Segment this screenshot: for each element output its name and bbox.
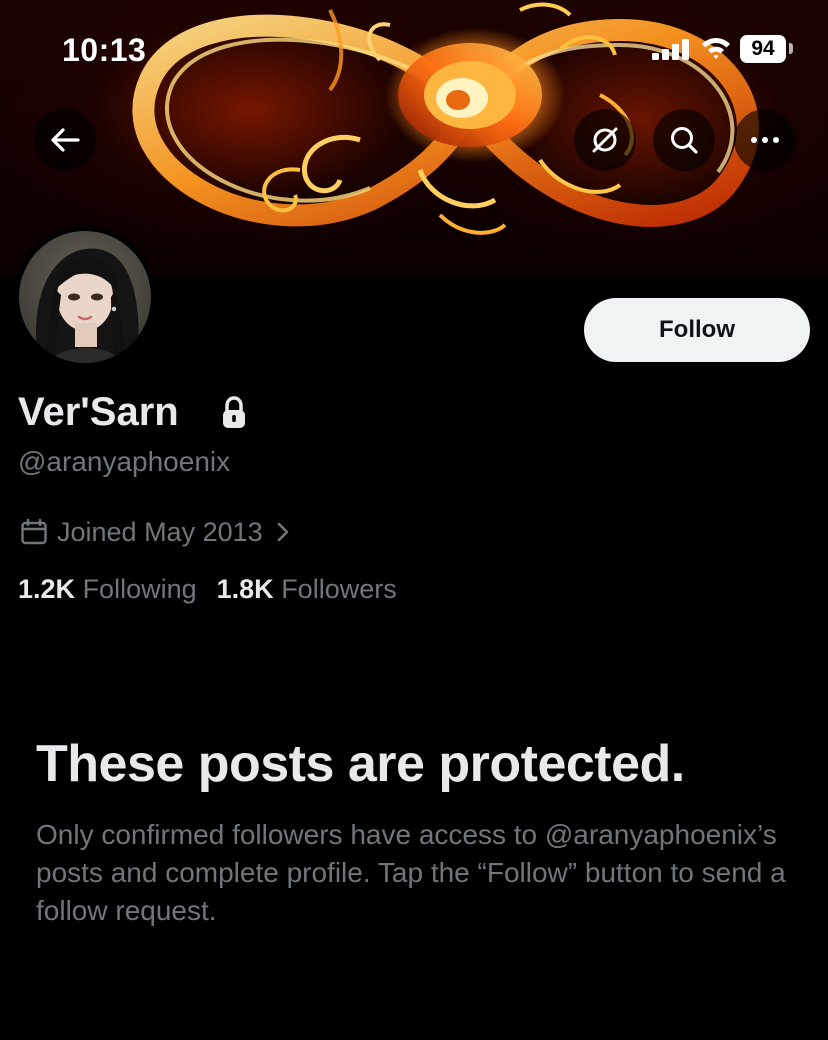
wifi-icon [702,38,730,59]
cellular-signal-icon [652,38,692,60]
protected-posts-message: Only confirmed followers have access to … [36,819,786,926]
battery-tip [789,43,793,54]
search-button[interactable] [653,109,715,171]
more-dots-icon [751,137,779,143]
followers-label: Followers [281,574,397,604]
slashed-circle-icon [592,127,618,153]
arrow-left-icon [51,128,80,152]
following-count: 1.2K [18,574,76,604]
more-options-button[interactable] [734,109,796,171]
follow-button[interactable]: Follow [584,298,810,362]
display-name: Ver'Sarn [18,390,179,434]
search-icon [671,127,698,154]
following-stat[interactable]: 1.2K Following [18,574,197,605]
followers-stat[interactable]: 1.8K Followers [217,574,397,605]
joined-date-row[interactable]: Joined May 2013 [20,515,291,549]
following-label: Following [82,574,197,604]
notifications-button[interactable] [574,109,636,171]
joined-date: Joined May 2013 [57,516,263,547]
avatar[interactable] [14,226,156,368]
back-button[interactable] [34,109,96,171]
status-time: 10:13 [62,32,147,68]
profile-handle: @aranyaphoenix [18,446,231,477]
avatar-image [19,231,151,363]
lock-icon [223,396,245,428]
calendar-icon [21,518,47,545]
protected-posts-title: These posts are protected. [36,735,685,793]
chevron-right-icon [277,522,288,542]
profile-stats: 1.2K Following 1.8K Followers [18,574,397,605]
followers-count: 1.8K [216,574,274,604]
battery-level: 94 [740,35,786,63]
